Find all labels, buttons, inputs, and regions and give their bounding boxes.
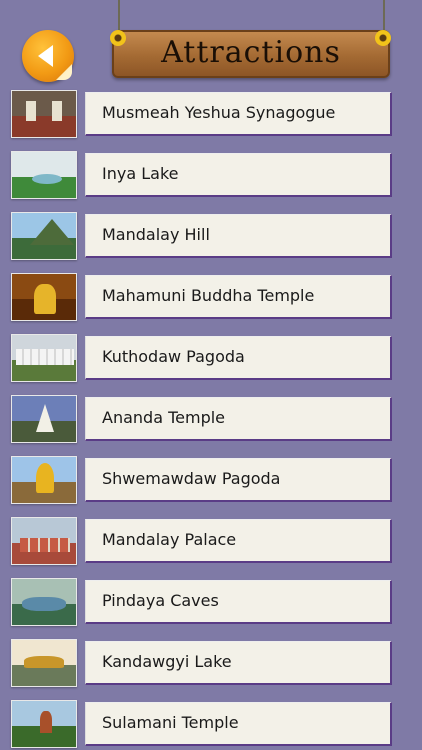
list-item-panel: Inya Lake (85, 153, 392, 197)
list-item-panel: Mandalay Hill (85, 214, 392, 258)
back-arrow-icon (38, 45, 53, 67)
list-item-label: Ananda Temple (102, 408, 226, 427)
list-item-label: Mandalay Palace (102, 530, 237, 549)
list-item-label: Mandalay Hill (102, 225, 210, 244)
page-curl-icon (56, 64, 72, 80)
list-item[interactable]: Mandalay Hill (0, 210, 422, 262)
list-item[interactable]: Mandalay Palace (0, 515, 422, 567)
list-item-panel: Ananda Temple (85, 397, 392, 441)
attraction-thumbnail (11, 273, 77, 321)
list-item[interactable]: Musmeah Yeshua Synagogue (0, 88, 422, 140)
attraction-thumbnail (11, 578, 77, 626)
list-item-label: Pindaya Caves (102, 591, 219, 610)
list-item-panel: Kuthodaw Pagoda (85, 336, 392, 380)
attraction-thumbnail (11, 90, 77, 138)
attraction-thumbnail (11, 212, 77, 260)
list-item[interactable]: Shwemawdaw Pagoda (0, 454, 422, 506)
list-item-label: Mahamuni Buddha Temple (102, 286, 315, 305)
page-title: Attractions (161, 35, 341, 70)
attraction-thumbnail (11, 151, 77, 199)
list-item-panel: Musmeah Yeshua Synagogue (85, 92, 392, 136)
list-item-panel: Shwemawdaw Pagoda (85, 458, 392, 502)
attraction-thumbnail (11, 456, 77, 504)
list-item[interactable]: Inya Lake (0, 149, 422, 201)
list-item-panel: Mahamuni Buddha Temple (85, 275, 392, 319)
list-item-panel: Pindaya Caves (85, 580, 392, 624)
flower-icon-left (110, 30, 126, 46)
list-item-panel: Mandalay Palace (85, 519, 392, 563)
list-item-label: Sulamani Temple (102, 713, 239, 732)
list-item-label: Shwemawdaw Pagoda (102, 469, 281, 488)
header: Attractions (0, 0, 422, 88)
list-item[interactable]: Kuthodaw Pagoda (0, 332, 422, 384)
back-button[interactable] (22, 30, 74, 82)
list-item[interactable]: Pindaya Caves (0, 576, 422, 628)
list-item[interactable]: Sulamani Temple (0, 698, 422, 750)
attraction-thumbnail (11, 517, 77, 565)
list-item-label: Musmeah Yeshua Synagogue (102, 103, 336, 122)
list-item-panel: Sulamani Temple (85, 702, 392, 746)
attraction-thumbnail (11, 700, 77, 748)
list-item-panel: Kandawgyi Lake (85, 641, 392, 685)
list-item[interactable]: Ananda Temple (0, 393, 422, 445)
list-item[interactable]: Mahamuni Buddha Temple (0, 271, 422, 323)
flower-icon-right (375, 30, 391, 46)
list-item-label: Inya Lake (102, 164, 179, 183)
list-item-label: Kuthodaw Pagoda (102, 347, 245, 366)
list-item[interactable]: Kandawgyi Lake (0, 637, 422, 689)
title-sign: Attractions (112, 30, 390, 78)
attraction-thumbnail (11, 334, 77, 382)
attraction-thumbnail (11, 639, 77, 687)
list-item-label: Kandawgyi Lake (102, 652, 232, 671)
attraction-thumbnail (11, 395, 77, 443)
